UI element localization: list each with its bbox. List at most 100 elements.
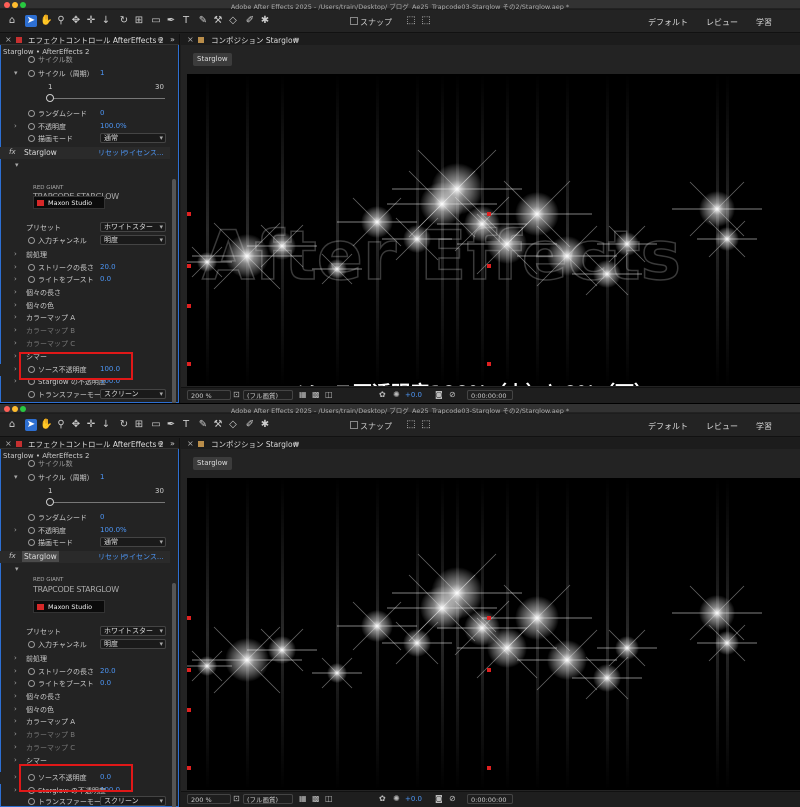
comp-viewer[interactable]: After Effects ソース不透明度100%（上）と0%（下） [187, 74, 800, 386]
mask-icon[interactable]: ◫ [325, 391, 333, 399]
eraser-tool-icon[interactable]: ◇ [227, 419, 239, 431]
selection-tool-icon[interactable]: ➤ [25, 419, 37, 431]
chevron-right-icon[interactable]: › [14, 377, 17, 385]
fit-icon[interactable]: ⊡ [233, 391, 241, 399]
stopwatch-icon[interactable] [28, 135, 35, 142]
chevron-right-icon[interactable]: › [14, 756, 17, 764]
property-value[interactable]: 100.0% [100, 122, 127, 130]
group-individual-length[interactable]: › 個々の長さ [0, 287, 170, 299]
color-channel-icon[interactable]: ✿ [379, 391, 387, 399]
fit-icon[interactable]: ⊡ [233, 795, 241, 803]
property-value[interactable]: 0.0 [100, 275, 111, 283]
rotate-tool-icon[interactable]: ↻ [118, 419, 130, 431]
pan-tool-icon[interactable]: ✛ [85, 419, 97, 431]
chevron-right-icon[interactable]: › [14, 679, 17, 687]
type-tool-icon[interactable]: T [180, 419, 192, 431]
fx-toggle-icon[interactable]: fx [9, 552, 16, 560]
property-value[interactable]: 1 [100, 69, 104, 77]
group-colormap-a[interactable]: › カラーマップ A [0, 716, 170, 728]
pen-tool-icon[interactable]: ✒ [165, 15, 177, 27]
stopwatch-icon[interactable] [28, 276, 35, 283]
scrollbar[interactable] [172, 179, 176, 403]
home-icon[interactable]: ⌂ [6, 15, 18, 27]
effect-name[interactable]: Starglow [22, 551, 59, 562]
zoom-dropdown[interactable]: 200 % [187, 794, 231, 804]
transparency-grid-icon[interactable]: ▩ [312, 795, 320, 803]
color-channel-icon[interactable]: ✿ [379, 795, 387, 803]
panel-menu-icon[interactable]: ≡ [293, 439, 300, 448]
stopwatch-icon[interactable] [28, 798, 35, 805]
brush-tool-icon[interactable]: ✎ [197, 419, 209, 431]
chevron-right-icon[interactable]: › [14, 275, 17, 283]
camera-icon[interactable]: ◙ [435, 391, 443, 399]
chevron-down-icon[interactable]: ▾ [14, 69, 18, 77]
rotate-tool-icon[interactable]: ↻ [118, 15, 130, 27]
chevron-right-icon[interactable]: › [14, 692, 17, 700]
property-value[interactable]: 100.0% [100, 526, 127, 534]
effect-controls-tab[interactable]: × エフェクトコントロール AfterEffects 2 ≡ » [0, 34, 179, 45]
chevron-right-icon[interactable]: › [14, 654, 17, 662]
chevron-right-icon[interactable]: › [14, 786, 17, 794]
chevron-right-icon[interactable]: › [14, 339, 17, 347]
comp-navigator-tag[interactable]: Starglow [193, 53, 232, 66]
group-individual-color[interactable]: › 個々の色 [0, 300, 170, 312]
chevron-right-icon[interactable]: › [14, 301, 17, 309]
workspace-review[interactable]: レビュー [706, 17, 738, 28]
stopwatch-icon[interactable] [28, 391, 35, 398]
exposure-value[interactable]: +0.0 [405, 390, 422, 400]
input-channel-dropdown[interactable]: 明度 [100, 235, 166, 245]
effect-header-row[interactable]: fx Starglow リセット ライセンス... [0, 147, 170, 159]
chevron-down-icon[interactable]: ▾ [15, 161, 19, 169]
panel-menu-icon[interactable]: ≡ [157, 35, 164, 44]
chevron-right-icon[interactable]: › [14, 263, 17, 271]
group-colormap-c[interactable]: › カラーマップ C [0, 742, 170, 754]
workspace-default[interactable]: デフォルト [648, 17, 688, 28]
snap-checkbox[interactable] [350, 421, 358, 429]
snap-option-icon-2[interactable]: ⬚ [420, 15, 432, 27]
resolution-dropdown[interactable]: (フル画質) [243, 390, 293, 400]
chevron-down-icon[interactable]: ▾ [15, 565, 19, 573]
chevron-right-icon[interactable]: › [14, 526, 17, 534]
chevron-right-icon[interactable]: › [14, 288, 17, 296]
region-icon[interactable]: ▦ [299, 795, 307, 803]
close-icon[interactable]: × [187, 439, 194, 448]
effect-header-row[interactable]: fx Starglow リセット ライセンス... [0, 551, 170, 563]
orbit-tool-icon[interactable]: ✥ [70, 15, 82, 27]
chevron-right-icon[interactable]: › [14, 250, 17, 258]
property-value[interactable]: 20.0 [100, 263, 116, 271]
blend-dropdown[interactable]: 通常 [100, 537, 166, 547]
snap-option-icon[interactable]: ⬚ [405, 15, 417, 27]
zoom-tool-icon[interactable]: ⚲ [55, 15, 67, 27]
license-link[interactable]: ライセンス... [122, 148, 164, 158]
maxon-studio-button[interactable]: Maxon Studio [33, 600, 105, 613]
stopwatch-icon[interactable] [28, 680, 35, 687]
pan-tool-icon[interactable]: ✛ [85, 15, 97, 27]
stopwatch-icon[interactable] [28, 474, 35, 481]
chevron-right-icon[interactable]: › [14, 313, 17, 321]
stopwatch-icon[interactable] [28, 514, 35, 521]
composition-tab[interactable]: × コンポジション Starglow ≡ [181, 438, 800, 449]
scrollbar[interactable] [172, 583, 176, 807]
workspace-review[interactable]: レビュー [706, 421, 738, 432]
stopwatch-icon[interactable] [28, 527, 35, 534]
property-value[interactable]: 0 [100, 109, 104, 117]
property-value[interactable]: 0 [100, 513, 104, 521]
snap-option-icon-2[interactable]: ⬚ [420, 419, 432, 431]
group-individual-length[interactable]: › 個々の長さ [0, 691, 170, 703]
group-individual-color[interactable]: › 個々の色 [0, 704, 170, 716]
effect-name[interactable]: Starglow [22, 147, 59, 158]
stopwatch-icon[interactable] [28, 56, 35, 63]
stopwatch-icon[interactable] [28, 264, 35, 271]
stopwatch-icon[interactable] [28, 123, 35, 130]
snapshot-icon[interactable]: ⊘ [449, 795, 457, 803]
pen-tool-icon[interactable]: ✒ [165, 419, 177, 431]
expand-panels-icon[interactable]: » [170, 439, 175, 448]
chevron-right-icon[interactable]: › [14, 667, 17, 675]
transparency-grid-icon[interactable]: ▩ [312, 391, 320, 399]
home-icon[interactable]: ⌂ [6, 419, 18, 431]
orbit-tool-icon[interactable]: ✥ [70, 419, 82, 431]
license-link[interactable]: ライセンス... [122, 552, 164, 562]
stopwatch-icon[interactable] [28, 70, 35, 77]
slider-track[interactable] [50, 502, 165, 503]
slider-knob[interactable] [46, 498, 54, 506]
